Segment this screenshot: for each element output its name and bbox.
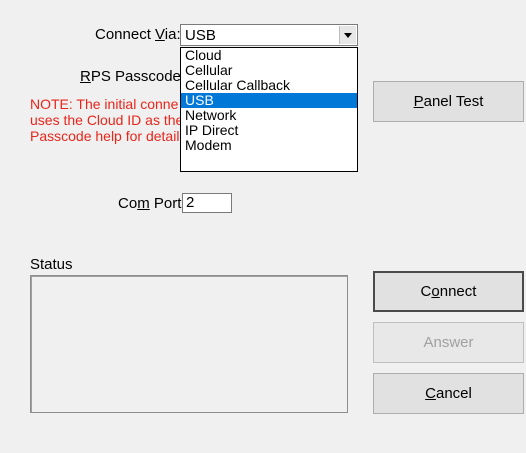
connect-via-select[interactable]: USB bbox=[180, 24, 358, 46]
rps-passcode-label: RPS Passcode: bbox=[80, 68, 186, 85]
cancel-button[interactable]: Cancel bbox=[373, 373, 524, 414]
dropdown-option-usb[interactable]: USB bbox=[181, 93, 357, 108]
status-box bbox=[30, 275, 348, 413]
cancel-label: Cancel bbox=[425, 385, 472, 402]
connect-via-value: USB bbox=[185, 27, 216, 44]
panel-test-label: Panel Test bbox=[413, 93, 484, 110]
dropdown-option-cellular-callback[interactable]: Cellular Callback bbox=[181, 78, 357, 93]
answer-label: Answer bbox=[423, 334, 474, 351]
connect-label: Connect bbox=[420, 283, 477, 300]
note-line: uses the Cloud ID as the bbox=[30, 112, 184, 128]
panel-test-button[interactable]: Panel Test bbox=[373, 81, 524, 122]
dropdown-option-network[interactable]: Network bbox=[181, 108, 357, 123]
status-label: Status bbox=[30, 256, 73, 273]
note-line: Passcode help for detail bbox=[30, 128, 180, 144]
connect-via-dropdown-list[interactable]: Cloud Cellular Cellular Callback USB Net… bbox=[180, 47, 358, 172]
com-port-label: Com Port: bbox=[118, 195, 186, 212]
dropdown-option-ip-direct[interactable]: IP Direct bbox=[181, 123, 357, 138]
connect-button[interactable]: Connect bbox=[373, 271, 524, 312]
note-line: NOTE: The initial conne bbox=[30, 96, 179, 112]
dropdown-option-modem[interactable]: Modem bbox=[181, 138, 357, 153]
com-port-input[interactable]: 2 bbox=[182, 193, 232, 213]
dropdown-option-cellular[interactable]: Cellular bbox=[181, 63, 357, 78]
dropdown-option-cloud[interactable]: Cloud bbox=[181, 48, 357, 63]
chevron-down-icon[interactable] bbox=[339, 26, 356, 44]
note-text: NOTE: The initial conne uses the Cloud I… bbox=[30, 96, 183, 144]
answer-button[interactable]: Answer bbox=[373, 322, 524, 363]
connect-via-label: Connect Via: bbox=[95, 26, 181, 43]
